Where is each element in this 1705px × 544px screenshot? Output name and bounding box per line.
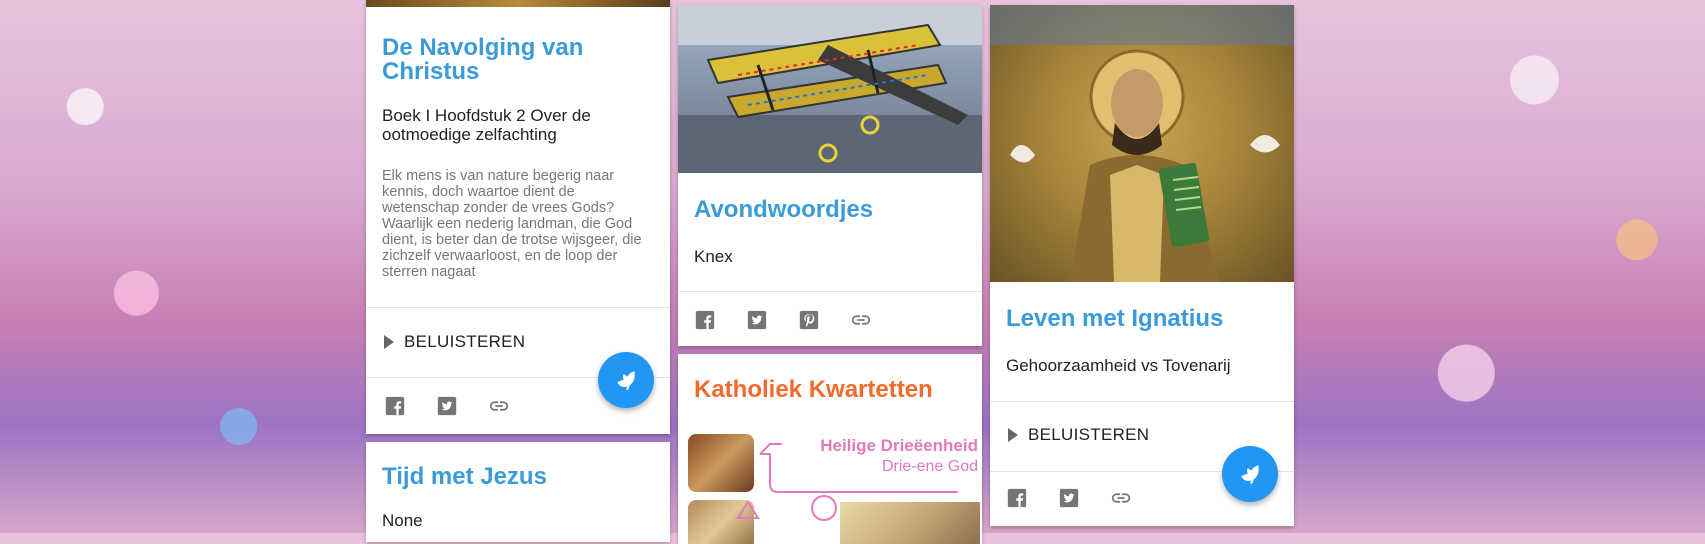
kwartet-card-image: Heilige Drieëenheid Drie-ene God — [688, 434, 980, 544]
play-icon — [384, 335, 394, 349]
dove-icon — [1241, 465, 1259, 484]
play-icon — [1008, 428, 1018, 442]
share-row — [384, 395, 510, 417]
card-top-image-strip — [366, 0, 670, 7]
card-avondwoordjes: Avondwoordjes Knex — [678, 5, 982, 346]
kwartet-banner-subtitle: Drie-ene God — [881, 458, 978, 475]
listen-label: BELUISTEREN — [404, 332, 526, 351]
facebook-icon[interactable] — [694, 309, 716, 331]
card-tijd-met-jezus: Tijd met Jezus None — [366, 442, 670, 542]
divider — [366, 307, 670, 308]
card-title[interactable]: De Navolging van Christus — [382, 36, 652, 84]
twitter-icon[interactable] — [746, 309, 768, 331]
card-title[interactable]: Katholiek Kwartetten — [694, 378, 933, 402]
dove-fab-button[interactable] — [1222, 446, 1278, 502]
listen-label: BELUISTEREN — [1028, 425, 1150, 444]
knex-airplane-image — [678, 5, 982, 173]
facebook-icon[interactable] — [1006, 487, 1028, 509]
listen-button[interactable]: BELUISTEREN — [1008, 425, 1149, 445]
ignatius-illustration — [990, 5, 1294, 282]
share-row — [1006, 487, 1132, 509]
airplane-illustration — [678, 5, 982, 173]
listen-button[interactable]: BELUISTEREN — [384, 332, 525, 352]
card-body-text: Elk mens is van nature begerig naar kenn… — [382, 168, 642, 280]
divider — [990, 401, 1294, 402]
card-subtitle: Knex — [694, 247, 733, 266]
divider — [678, 291, 982, 292]
dove-icon — [617, 371, 635, 390]
twitter-icon[interactable] — [1058, 487, 1080, 509]
pinterest-icon[interactable] — [798, 309, 820, 331]
card-subtitle: None — [382, 511, 423, 530]
card-katholiek-kwartetten: Katholiek Kwartetten Heilige Drieëenheid… — [678, 354, 982, 544]
card-title[interactable]: Leven met Ignatius — [1006, 307, 1223, 331]
card-subtitle: Gehoorzaamheid vs Tovenarij — [1006, 356, 1231, 375]
kwartet-banner-title: Heilige Drieëenheid — [820, 436, 978, 455]
dove-fab-button[interactable] — [598, 352, 654, 408]
twitter-icon[interactable] — [436, 395, 458, 417]
link-icon[interactable] — [850, 309, 872, 331]
share-row — [694, 309, 872, 331]
card-title[interactable]: Tijd met Jezus — [382, 465, 547, 489]
ignatius-icon-image — [990, 5, 1294, 282]
link-icon[interactable] — [488, 395, 510, 417]
card-subtitle: Boek I Hoofdstuk 2 Over de ootmoedige ze… — [382, 106, 591, 144]
link-icon[interactable] — [1110, 487, 1132, 509]
card-title[interactable]: Avondwoordjes — [694, 198, 873, 222]
trinity-painting-thumbnail — [840, 502, 980, 544]
facebook-icon[interactable] — [384, 395, 406, 417]
